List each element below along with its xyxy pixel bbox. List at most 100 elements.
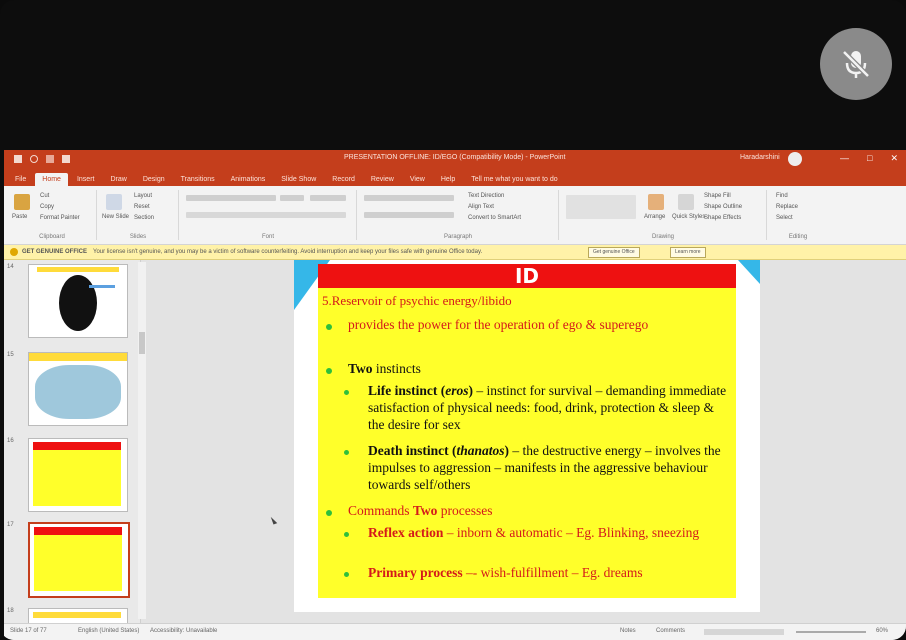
bullet-icon xyxy=(326,510,332,516)
document-title: PRESENTATION OFFLINE: ID/EGO (Compatibil… xyxy=(344,154,566,161)
font-grow-shrink[interactable] xyxy=(310,195,346,201)
slide-thumbnail-15[interactable] xyxy=(28,352,128,426)
tab-home[interactable]: Home xyxy=(35,173,68,186)
accessibility-status[interactable]: Accessibility: Unavailable xyxy=(150,628,217,634)
comments-button[interactable]: Comments xyxy=(656,628,685,634)
new-slide-icon[interactable] xyxy=(106,194,122,210)
save-icon[interactable] xyxy=(14,155,22,163)
slide-thumbnail-17[interactable] xyxy=(28,522,130,598)
quick-access-toolbar xyxy=(4,155,70,163)
layout-button[interactable]: Layout xyxy=(134,193,152,199)
slide-title[interactable]: ID xyxy=(318,264,736,288)
list-buttons[interactable] xyxy=(364,195,454,201)
paste-icon[interactable] xyxy=(14,194,30,210)
copy-button[interactable]: Copy xyxy=(40,204,54,210)
tab-record[interactable]: Record xyxy=(325,173,362,186)
shape-outline-button[interactable]: Shape Outline xyxy=(704,204,742,210)
shape-effects-button[interactable]: Shape Effects xyxy=(704,215,741,221)
arrange-icon[interactable] xyxy=(648,194,664,210)
thumbnails-scrollbar[interactable] xyxy=(138,262,146,619)
select-button[interactable]: Select xyxy=(776,215,793,221)
font-size-box[interactable] xyxy=(280,195,304,201)
slide-heading: 5.Reservoir of psychic energy/libido xyxy=(322,293,512,308)
tab-review[interactable]: Review xyxy=(364,173,401,186)
user-name: Haradarshini xyxy=(740,154,780,161)
close-button[interactable]: ✕ xyxy=(890,153,898,164)
shapes-gallery[interactable] xyxy=(566,195,636,219)
shape-fill-button[interactable]: Shape Fill xyxy=(704,193,731,199)
bullet-power: provides the power for the operation of … xyxy=(348,317,649,332)
current-slide[interactable]: ID 5.Reservoir of psychic energy/libido … xyxy=(294,260,760,612)
sub-bullet-icon xyxy=(344,390,349,395)
view-buttons[interactable] xyxy=(704,629,784,635)
message-bar-text: Your license isn't genuine, and you may … xyxy=(93,249,483,255)
status-bar: Slide 17 of 77 English (United States) A… xyxy=(4,623,906,640)
thumbnail-number: 18 xyxy=(7,608,14,614)
slides-label: Slides xyxy=(129,234,147,240)
alignment-buttons[interactable] xyxy=(364,212,454,218)
text-direction-button[interactable]: Text Direction xyxy=(468,193,504,199)
tab-view[interactable]: View xyxy=(403,173,432,186)
bullet-icon xyxy=(326,368,332,374)
message-bar-label: GET GENUINE OFFICE xyxy=(22,249,88,255)
slide-thumbnail-14[interactable] xyxy=(28,264,128,338)
sub-bullet-icon xyxy=(344,572,349,577)
tab-draw[interactable]: Draw xyxy=(103,173,133,186)
font-format-buttons[interactable] xyxy=(186,212,346,218)
ribbon: Paste Cut Copy Format Painter Clipboard … xyxy=(4,186,906,245)
align-text-button[interactable]: Align Text xyxy=(468,204,494,210)
thumbnail-number: 14 xyxy=(7,264,14,270)
undo-icon[interactable] xyxy=(30,155,38,163)
arrange-button[interactable]: Arrange xyxy=(644,214,665,220)
zoom-slider[interactable] xyxy=(796,631,866,633)
tab-slide-show[interactable]: Slide Show xyxy=(274,173,323,186)
language-status[interactable]: English (United States) xyxy=(78,628,139,634)
learn-more-button[interactable]: Learn more xyxy=(670,247,706,258)
tab-insert[interactable]: Insert xyxy=(70,173,102,186)
drawing-group: Arrange Quick Styles Shape Fill Shape Ou… xyxy=(560,190,767,240)
warning-icon xyxy=(10,248,18,256)
window-controls: — □ ✕ xyxy=(840,153,898,164)
paste-button[interactable]: Paste xyxy=(12,214,27,220)
zoom-level[interactable]: 60% xyxy=(876,628,888,634)
quick-styles-button[interactable]: Quick Styles xyxy=(672,214,705,220)
bullet-two-instincts: Two instincts xyxy=(348,361,421,376)
ribbon-tabs: File Home Insert Draw Design Transitions… xyxy=(4,168,906,186)
reset-button[interactable]: Reset xyxy=(134,204,150,210)
tab-file[interactable]: File xyxy=(8,173,33,186)
font-name-box[interactable] xyxy=(186,195,276,201)
title-bar: PRESENTATION OFFLINE: ID/EGO (Compatibil… xyxy=(4,150,906,168)
slide-accent-shape xyxy=(738,260,760,284)
redo-icon[interactable] xyxy=(46,155,54,163)
tab-design[interactable]: Design xyxy=(136,173,172,186)
replace-button[interactable]: Replace xyxy=(776,204,798,210)
tab-animations[interactable]: Animations xyxy=(224,173,273,186)
tab-transitions[interactable]: Transitions xyxy=(174,173,222,186)
bullet-life-instinct: Life instinct (eros) – instinct for surv… xyxy=(368,383,727,432)
editing-label: Editing xyxy=(788,234,808,240)
clipboard-group: Paste Cut Copy Format Painter Clipboard xyxy=(8,190,97,240)
maximize-button[interactable]: □ xyxy=(867,153,872,164)
quick-styles-icon[interactable] xyxy=(678,194,694,210)
slide-body[interactable]: 5.Reservoir of psychic energy/libido pro… xyxy=(318,288,736,598)
tell-me-search[interactable]: Tell me what you want to do xyxy=(464,173,564,186)
format-painter-button[interactable]: Format Painter xyxy=(40,215,80,221)
avatar[interactable] xyxy=(788,152,802,166)
convert-smartart-button[interactable]: Convert to SmartArt xyxy=(468,215,521,221)
tab-help[interactable]: Help xyxy=(434,173,462,186)
get-genuine-office-button[interactable]: Get genuine Office xyxy=(588,247,640,258)
sub-bullet-icon xyxy=(344,532,349,537)
section-button[interactable]: Section xyxy=(134,215,154,221)
powerpoint-window: PRESENTATION OFFLINE: ID/EGO (Compatibil… xyxy=(4,150,906,640)
minimize-button[interactable]: — xyxy=(840,153,849,164)
slide-thumbnail-16[interactable] xyxy=(28,438,128,512)
new-slide-button[interactable]: New Slide xyxy=(102,214,129,220)
screen-frame: PRESENTATION OFFLINE: ID/EGO (Compatibil… xyxy=(0,0,906,640)
bullet-death-instinct: Death instinct (thanatos) – the destruct… xyxy=(368,443,721,492)
drawing-label: Drawing xyxy=(651,234,674,240)
mic-muted-button[interactable] xyxy=(820,28,892,100)
find-button[interactable]: Find xyxy=(776,193,788,199)
notes-button[interactable]: Notes xyxy=(620,628,636,634)
start-from-beginning-icon[interactable] xyxy=(62,155,70,163)
cut-button[interactable]: Cut xyxy=(40,193,49,199)
